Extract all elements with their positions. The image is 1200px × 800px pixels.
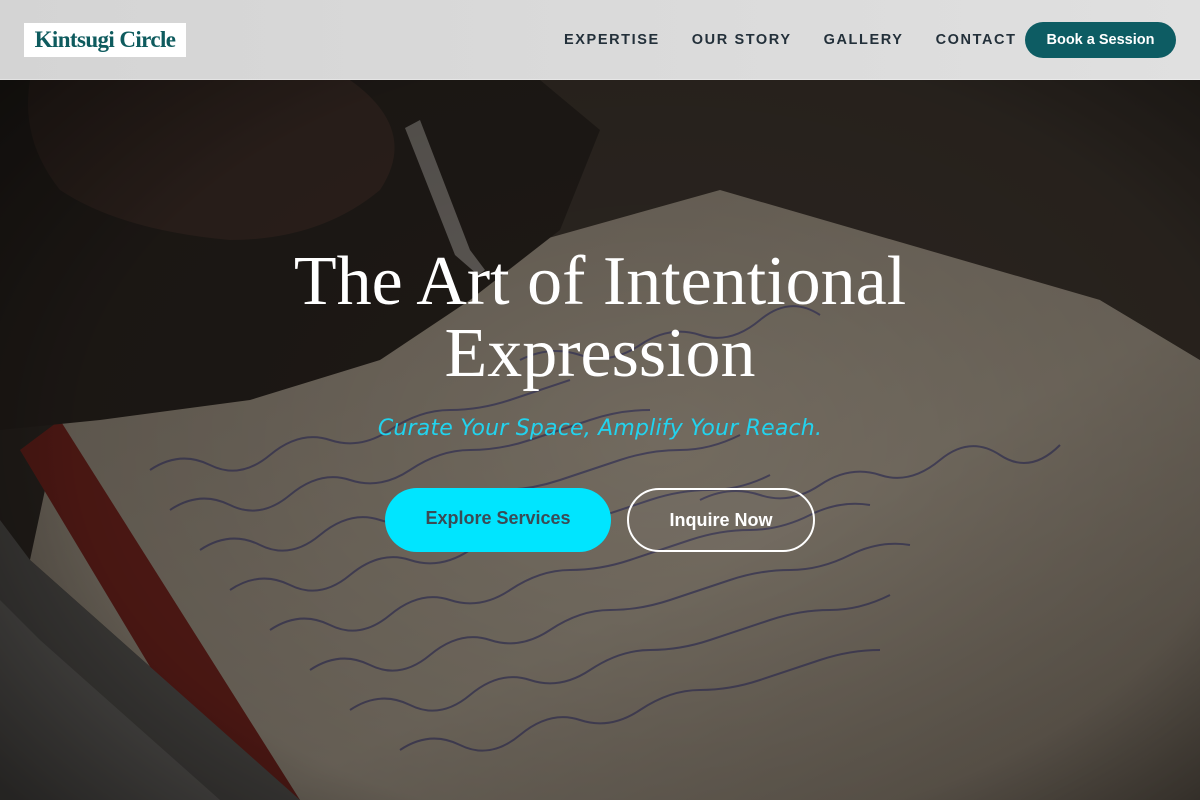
explore-services-button[interactable]: Explore Services — [385, 488, 611, 552]
hero-title: The Art of Intentional Expression — [200, 246, 1000, 390]
hero-section — [0, 0, 1200, 800]
hero-dark-overlay — [0, 0, 1200, 800]
brand-logo[interactable]: Kintsugi Circle — [24, 23, 186, 57]
site-header: Kintsugi Circle EXPERTISE OUR STORY GALL… — [0, 0, 1200, 80]
hero-title-line-1: The Art of Intentional — [293, 243, 907, 320]
hero-title-line-2: Expression — [444, 315, 756, 392]
nav-link-gallery[interactable]: GALLERY — [824, 32, 904, 48]
nav-link-expertise[interactable]: EXPERTISE — [564, 32, 660, 48]
main-nav: EXPERTISE OUR STORY GALLERY CONTACT — [548, 0, 1033, 80]
nav-link-our-story[interactable]: OUR STORY — [692, 32, 792, 48]
hero-subtitle: Curate Your Space, Amplify Your Reach. — [377, 416, 823, 441]
book-session-button[interactable]: Book a Session — [1025, 22, 1176, 58]
inquire-now-button[interactable]: Inquire Now — [627, 488, 815, 552]
nav-link-contact[interactable]: CONTACT — [936, 32, 1017, 48]
